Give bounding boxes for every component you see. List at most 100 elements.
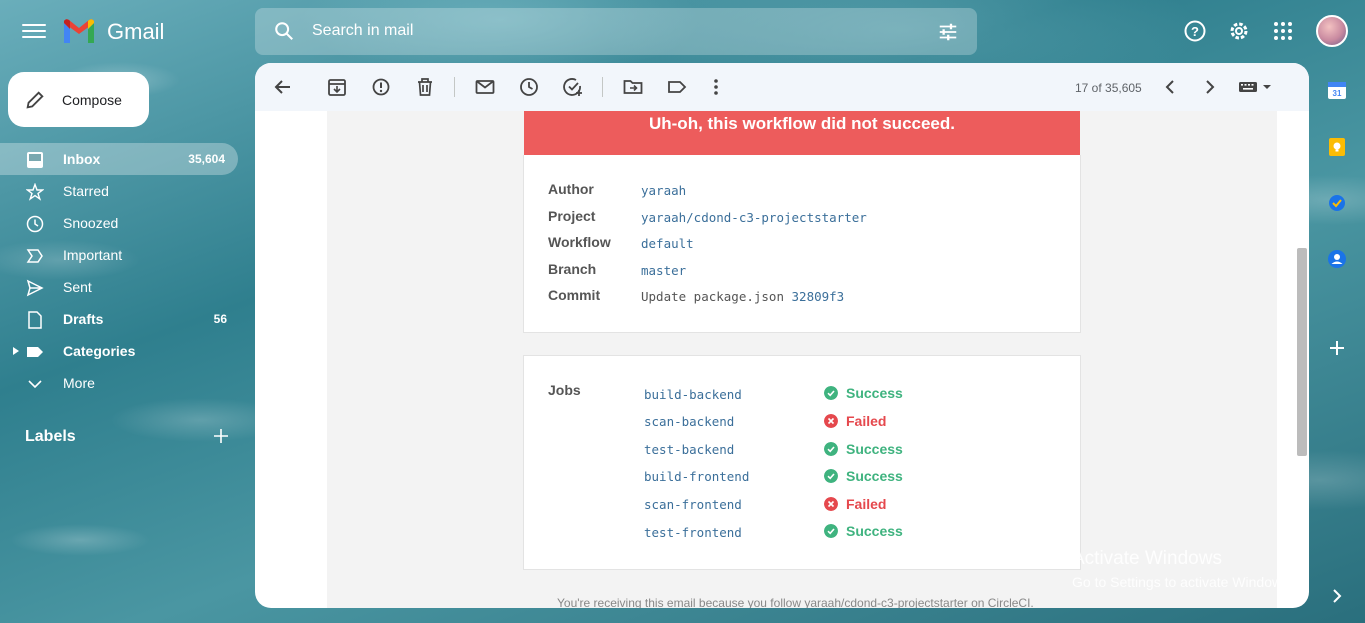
sidebar-item-categories[interactable]: Categories [0, 335, 240, 367]
help-icon[interactable]: ? [1183, 19, 1207, 43]
sidebar-item-starred[interactable]: Starred [0, 175, 240, 207]
job-status-text: Success [846, 523, 903, 539]
account-avatar[interactable] [1316, 15, 1348, 47]
older-chevron-icon[interactable] [1203, 77, 1217, 97]
watermark-subtitle: Go to Settings to activate Windows. [1072, 574, 1293, 590]
author-label: Author [548, 181, 594, 197]
search-input[interactable]: Search in mail [312, 22, 413, 40]
apps-grid-icon[interactable] [1271, 19, 1295, 43]
job-name-link[interactable]: test-frontend [644, 525, 742, 540]
keep-icon[interactable] [1327, 137, 1347, 157]
draft-icon [28, 311, 42, 329]
job-name-link[interactable]: scan-frontend [644, 497, 742, 512]
commit-hash-link[interactable]: 32809f3 [792, 289, 845, 304]
message-toolbar: 17 of 35,605 [255, 63, 1309, 111]
more-options-icon[interactable] [711, 77, 721, 97]
sidebar-item-more[interactable]: More [0, 367, 240, 399]
branch-label: Branch [548, 261, 597, 277]
svg-text:31: 31 [1333, 89, 1342, 98]
jobs-label: Jobs [548, 382, 581, 398]
job-status: Success [824, 523, 903, 539]
sidebar-item-label: Snoozed [63, 215, 119, 231]
sidebar-nav: Inbox 35,604 Starred Snoozed Important S… [0, 143, 240, 399]
sidebar-item-label: Inbox [63, 151, 101, 167]
job-name-link[interactable]: test-backend [644, 442, 734, 457]
compose-label: Compose [62, 91, 122, 108]
workflow-details-card: Author yaraah Project yaraah/cdond-c3-pr… [523, 155, 1081, 333]
job-name-link[interactable]: build-frontend [644, 469, 749, 484]
add-task-icon[interactable] [563, 77, 583, 97]
success-icon [824, 442, 838, 456]
sidebar-item-drafts[interactable]: Drafts 56 [0, 303, 240, 335]
branch-link[interactable]: master [641, 263, 686, 278]
job-status: Success [824, 385, 903, 401]
sidebar-item-label: Categories [63, 343, 136, 359]
job-status: Failed [824, 496, 886, 512]
send-icon [26, 279, 44, 297]
back-arrow-icon[interactable] [273, 77, 293, 97]
expand-side-panel-icon[interactable] [1327, 586, 1347, 606]
windows-activation-watermark: Activate Windows Go to Settings to activ… [1072, 548, 1293, 590]
pencil-icon [26, 90, 44, 109]
failed-icon [824, 414, 838, 428]
sidebar-item-label: Important [63, 247, 123, 263]
project-link[interactable]: yaraah/cdond-c3-projectstarter [641, 210, 867, 225]
compose-button[interactable]: Compose [8, 72, 149, 127]
star-icon [26, 183, 44, 201]
gmail-logo[interactable] [62, 17, 96, 45]
unread-count: 35,604 [188, 152, 225, 166]
search-icon[interactable] [273, 20, 295, 42]
success-icon [824, 469, 838, 483]
settings-icon[interactable] [1227, 19, 1251, 43]
delete-icon[interactable] [416, 77, 434, 97]
archive-icon[interactable] [328, 77, 346, 97]
add-label-icon[interactable] [212, 427, 230, 445]
report-spam-icon[interactable] [372, 77, 390, 97]
keyboard-icon[interactable] [1238, 77, 1274, 97]
contacts-icon[interactable] [1327, 249, 1347, 269]
toolbar-divider [602, 77, 603, 97]
tasks-icon[interactable] [1327, 193, 1347, 213]
success-icon [824, 524, 838, 538]
workflow-link[interactable]: default [641, 236, 694, 251]
sidebar-item-inbox[interactable]: Inbox 35,604 [0, 143, 238, 175]
draft-count: 56 [213, 312, 227, 326]
toolbar-divider [454, 77, 455, 97]
banner-text: Uh-oh, this workflow did not succeed. [648, 114, 955, 133]
mark-unread-icon[interactable] [475, 77, 495, 97]
job-status-text: Failed [846, 496, 887, 512]
sidebar-item-snoozed[interactable]: Snoozed [0, 207, 240, 239]
jobs-card: Jobs build-backend Success scan-backend … [523, 355, 1081, 570]
author-link[interactable]: yaraah [641, 183, 686, 198]
job-name-link[interactable]: scan-backend [644, 414, 734, 429]
project-label: Project [548, 208, 596, 224]
pagination-text: 17 of 35,605 [1075, 81, 1142, 95]
search-options-icon[interactable] [937, 21, 959, 43]
job-name-link[interactable]: build-backend [644, 387, 742, 402]
sidebar-item-label: Starred [63, 183, 109, 199]
newer-chevron-icon[interactable] [1163, 77, 1177, 97]
commit-label: Commit [548, 287, 601, 303]
svg-text:?: ? [1191, 24, 1199, 39]
sidebar-item-label: Drafts [63, 311, 104, 327]
sidebar-item-label: Sent [63, 279, 92, 295]
snooze-icon[interactable] [519, 77, 539, 97]
move-to-icon[interactable] [623, 77, 643, 97]
sidebar-item-important[interactable]: Important [0, 239, 240, 271]
labels-heading: Labels [25, 428, 76, 445]
sidebar-item-label: More [63, 375, 95, 391]
calendar-icon[interactable]: 31 [1327, 80, 1347, 100]
sidebar-item-sent[interactable]: Sent [0, 271, 240, 303]
add-app-icon[interactable] [1327, 338, 1347, 358]
expand-arrow-icon[interactable] [13, 347, 19, 355]
search-bar[interactable]: Search in mail [255, 8, 977, 55]
failure-banner: Uh-oh, this workflow did not succeed. [524, 111, 1080, 155]
label-as-icon[interactable] [667, 77, 687, 97]
success-icon [824, 386, 838, 400]
inbox-icon [27, 152, 43, 168]
scrollbar[interactable] [1297, 248, 1307, 456]
main-menu-button[interactable] [22, 21, 46, 41]
chevron-down-icon [28, 380, 42, 389]
failed-icon [824, 497, 838, 511]
label-icon [27, 347, 43, 357]
